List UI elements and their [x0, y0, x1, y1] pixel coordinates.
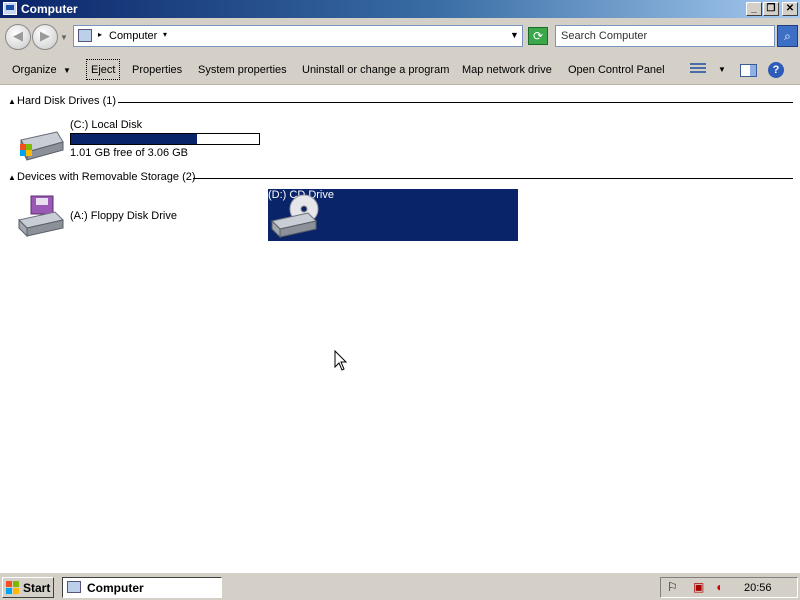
group-label: Devices with Removable Storage (2)	[17, 171, 201, 183]
disk-usage-bar	[70, 133, 260, 145]
volume-muted-icon[interactable]: ◖	[715, 580, 722, 594]
breadcrumb-dropdown[interactable]: ▾	[163, 30, 167, 39]
maximize-button[interactable]: ❐	[763, 2, 779, 16]
group-header-removable[interactable]: ▲ Devices with Removable Storage (2)	[8, 171, 793, 185]
eject-button[interactable]: Eject	[91, 64, 115, 76]
computer-icon	[78, 29, 92, 42]
drive-name: (A:) Floppy Disk Drive	[70, 210, 177, 222]
views-dropdown-icon[interactable]: ▼	[718, 65, 726, 74]
drive-item-a[interactable]: (A:) Floppy Disk Drive	[10, 190, 260, 240]
hard-disk-icon	[20, 131, 64, 161]
system-tray: ⚐ ▣ ◖ 20:56	[660, 577, 798, 598]
search-button[interactable]: ⌕	[777, 25, 798, 47]
preview-pane-icon[interactable]	[740, 64, 757, 77]
organize-button[interactable]: Organize	[12, 64, 57, 76]
drive-free-space: 1.01 GB free of 3.06 GB	[70, 147, 189, 159]
drive-name: (C:) Local Disk	[70, 119, 143, 131]
command-bar: Organize ▼ Eject Properties System prope…	[0, 56, 800, 85]
breadcrumb-computer[interactable]: Computer	[109, 30, 157, 42]
floppy-drive-icon	[18, 195, 64, 238]
title-bar[interactable]: Computer _ ❐ ✕	[0, 0, 800, 18]
help-icon[interactable]: ?	[768, 62, 784, 78]
open-control-panel-button[interactable]: Open Control Panel	[568, 64, 665, 76]
back-button[interactable]: ◀	[5, 24, 31, 50]
start-label: Start	[23, 581, 51, 595]
computer-icon	[67, 581, 81, 593]
close-button[interactable]: ✕	[782, 2, 798, 16]
forward-button[interactable]: ▶	[32, 24, 58, 50]
cd-drive-icon	[271, 194, 319, 239]
recent-pages-dropdown[interactable]: ▼	[60, 33, 68, 42]
back-arrow-icon: ◀	[13, 28, 23, 43]
group-divider	[193, 178, 793, 179]
address-history-dropdown[interactable]: ▼	[510, 30, 519, 40]
collapse-chevron-icon[interactable]: ▲	[8, 173, 16, 182]
address-row: ◀ ▶ ▼ ▸ Computer ▾ ▼ ⟳ ⌕	[0, 18, 800, 56]
disk-usage-fill	[71, 134, 197, 144]
refresh-button[interactable]: ⟳	[528, 27, 548, 45]
clock[interactable]: 20:56	[744, 582, 772, 594]
action-center-flag-icon[interactable]: ⚐	[667, 580, 678, 594]
window-title: Computer	[21, 2, 78, 16]
search-box[interactable]	[555, 25, 775, 47]
uninstall-program-button[interactable]: Uninstall or change a program	[302, 64, 449, 76]
windows-logo-icon	[6, 581, 20, 594]
taskbar: Start Computer ⚐ ▣ ◖ 20:56	[0, 572, 800, 600]
forward-arrow-icon: ▶	[40, 28, 50, 43]
task-label: Computer	[87, 581, 144, 595]
taskbar-button-computer[interactable]: Computer	[62, 577, 222, 598]
minimize-button[interactable]: _	[746, 2, 762, 16]
computer-icon	[3, 2, 17, 15]
organize-dropdown-icon[interactable]: ▼	[63, 66, 71, 75]
views-icon[interactable]	[690, 63, 706, 76]
drive-item-d[interactable]: (D:) CD Drive	[268, 189, 518, 241]
start-button[interactable]: Start	[2, 577, 54, 598]
mouse-cursor-icon	[334, 350, 348, 371]
drive-item-c[interactable]: (C:) Local Disk 1.01 GB free of 3.06 GB	[0, 86, 800, 161]
address-bar[interactable]: ▸ Computer ▾ ▼	[73, 25, 523, 47]
file-list[interactable]: ▲ Hard Disk Drives (1) (C:) Local Disk 1…	[0, 86, 800, 572]
breadcrumb-separator[interactable]: ▸	[98, 30, 102, 39]
properties-button[interactable]: Properties	[132, 64, 182, 76]
network-error-icon[interactable]: ▣	[693, 580, 704, 594]
map-network-drive-button[interactable]: Map network drive	[462, 64, 552, 76]
system-properties-button[interactable]: System properties	[198, 64, 287, 76]
search-input[interactable]	[561, 27, 771, 45]
